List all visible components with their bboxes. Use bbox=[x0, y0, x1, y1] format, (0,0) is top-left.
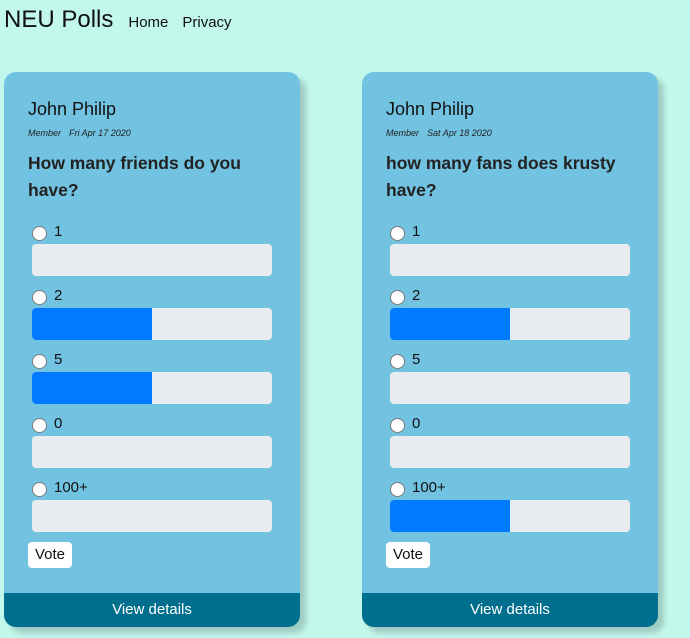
option-radio[interactable] bbox=[32, 482, 47, 497]
option-progress-bar bbox=[32, 244, 272, 276]
poll-option: 0 bbox=[390, 412, 630, 472]
option-radio[interactable] bbox=[390, 354, 405, 369]
option-radio[interactable] bbox=[390, 482, 405, 497]
option-progress-bar bbox=[32, 436, 272, 468]
poll-author: John Philip bbox=[28, 99, 117, 119]
option-radio[interactable] bbox=[32, 418, 47, 433]
option-label: 0 bbox=[54, 415, 63, 432]
option-radio[interactable] bbox=[32, 290, 47, 305]
option-progress-bar bbox=[32, 372, 272, 404]
option-radio[interactable] bbox=[390, 226, 405, 241]
option-label: 0 bbox=[412, 415, 421, 432]
poll-option: 1 bbox=[390, 220, 630, 280]
option-radio[interactable] bbox=[32, 354, 47, 369]
poll-option: 2 bbox=[390, 284, 630, 344]
option-label: 100+ bbox=[54, 479, 88, 496]
poll-option: 100+ bbox=[32, 476, 272, 536]
option-progress-fill bbox=[390, 500, 510, 532]
poll-option: 5 bbox=[390, 348, 630, 408]
navbar: NEU Polls Home Privacy bbox=[4, 6, 246, 36]
option-label: 2 bbox=[54, 287, 63, 304]
nav-link-privacy[interactable]: Privacy bbox=[182, 14, 231, 31]
poll-option: 0 bbox=[32, 412, 272, 472]
poll-option: 1 bbox=[32, 220, 272, 280]
author-role: Member bbox=[386, 128, 420, 138]
poll-question: How many friends do you have? bbox=[28, 153, 241, 200]
option-progress-bar bbox=[390, 372, 630, 404]
option-label: 1 bbox=[412, 223, 421, 240]
option-progress-fill bbox=[32, 308, 152, 340]
option-radio[interactable] bbox=[390, 418, 405, 433]
poll-author: John Philip bbox=[386, 99, 475, 119]
nav-link-home[interactable]: Home bbox=[128, 14, 168, 31]
option-radio[interactable] bbox=[390, 290, 405, 305]
poll-card: John Philip Member Sat Apr 18 2020 how ma… bbox=[362, 72, 658, 627]
option-progress-bar bbox=[390, 244, 630, 276]
option-progress-bar bbox=[32, 308, 272, 340]
option-progress-bar bbox=[32, 500, 272, 532]
poll-date: Sat Apr 18 2020 bbox=[427, 128, 492, 138]
option-progress-fill bbox=[390, 308, 510, 340]
vote-button[interactable]: Vote bbox=[386, 542, 431, 568]
brand-title[interactable]: NEU Polls bbox=[4, 6, 113, 34]
option-radio[interactable] bbox=[32, 226, 47, 241]
vote-button[interactable]: Vote bbox=[28, 542, 73, 568]
option-label: 5 bbox=[54, 351, 63, 368]
option-progress-fill bbox=[32, 372, 152, 404]
poll-meta: Member Fri Apr 17 2020 bbox=[28, 128, 131, 138]
option-progress-bar bbox=[390, 500, 630, 532]
poll-option: 100+ bbox=[390, 476, 630, 536]
option-progress-bar bbox=[390, 308, 630, 340]
option-label: 5 bbox=[412, 351, 421, 368]
poll-card: John Philip Member Fri Apr 17 2020 How ma… bbox=[4, 72, 300, 627]
poll-date: Fri Apr 17 2020 bbox=[69, 128, 131, 138]
view-details-button[interactable]: View details bbox=[362, 593, 658, 627]
author-role: Member bbox=[28, 128, 62, 138]
poll-option: 5 bbox=[32, 348, 272, 408]
option-label: 1 bbox=[54, 223, 63, 240]
option-progress-bar bbox=[390, 436, 630, 468]
poll-option: 2 bbox=[32, 284, 272, 344]
view-details-button[interactable]: View details bbox=[4, 593, 300, 627]
poll-question: how many fans does krusty have? bbox=[386, 153, 616, 200]
option-label: 2 bbox=[412, 287, 421, 304]
poll-meta: Member Sat Apr 18 2020 bbox=[386, 128, 492, 138]
option-label: 100+ bbox=[412, 479, 446, 496]
